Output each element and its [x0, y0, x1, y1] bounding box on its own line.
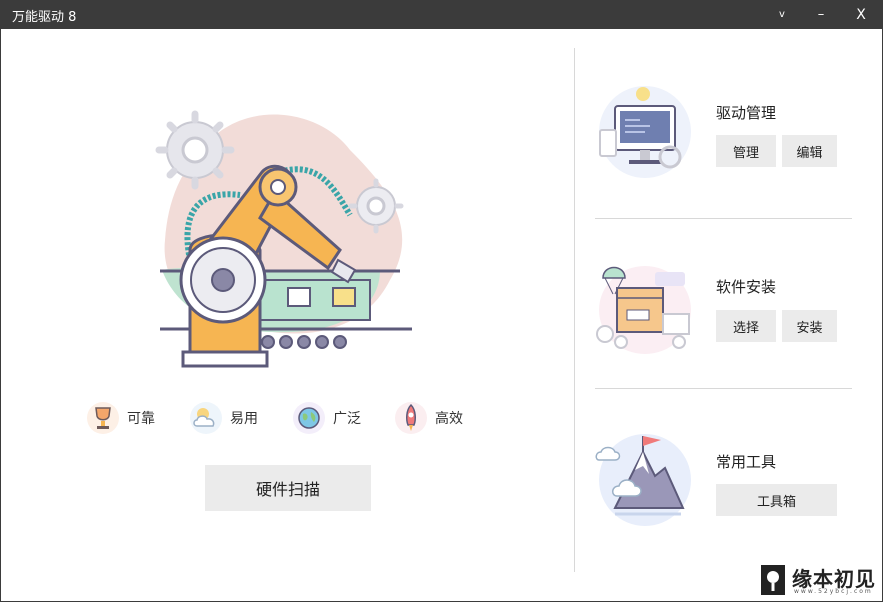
window-title: 万能驱动 8	[12, 10, 77, 25]
rocket-icon	[395, 402, 427, 434]
feature-item-easy: 易用	[188, 398, 258, 438]
dropdown-button[interactable]: v	[762, 0, 802, 29]
trophy-icon	[87, 402, 119, 434]
vertical-divider	[574, 48, 575, 572]
manage-button[interactable]: 管理	[716, 135, 776, 167]
feature-item-wide: 广泛	[291, 398, 361, 438]
watermark: 缘本初见 www.52ybcj.com	[756, 561, 878, 599]
title-bar: 万能驱动 8 v – X	[0, 0, 883, 29]
software-install-section: 软件安装 选择 安装	[595, 258, 855, 378]
toolbox-button[interactable]: 工具箱	[716, 484, 837, 516]
minimize-button[interactable]: –	[801, 0, 841, 29]
section-title: 常用工具	[716, 453, 777, 471]
driver-management-section: 驱动管理 管理 编辑	[595, 80, 855, 200]
feature-list: 可靠 易用 广泛 高效	[85, 398, 485, 438]
section-title: 驱动管理	[716, 104, 777, 122]
mountain-flag-illustration	[595, 434, 691, 526]
section-divider	[595, 218, 852, 219]
feature-item-efficient: 高效	[393, 398, 463, 438]
edit-button[interactable]: 编辑	[782, 135, 837, 167]
close-button[interactable]: X	[841, 0, 881, 29]
section-title: 软件安装	[716, 278, 777, 296]
feature-label: 易用	[230, 411, 258, 427]
monitor-illustration	[599, 86, 691, 178]
feature-label: 广泛	[333, 411, 361, 427]
globe-icon	[293, 402, 325, 434]
watermark-url: www.52ybcj.com	[794, 588, 873, 595]
delivery-box-illustration	[596, 266, 691, 354]
select-button[interactable]: 选择	[716, 310, 776, 342]
section-divider	[595, 388, 852, 389]
install-button[interactable]: 安装	[782, 310, 837, 342]
feature-item-reliable: 可靠	[85, 398, 155, 438]
feature-label: 高效	[435, 411, 463, 427]
robot-arm-illustration	[155, 110, 412, 368]
hardware-scan-button[interactable]: 硬件扫描	[205, 465, 371, 511]
feature-label: 可靠	[127, 411, 155, 427]
watermark-logo	[761, 565, 785, 595]
common-tools-section: 常用工具 工具箱	[595, 430, 855, 550]
cloud-sun-icon	[190, 402, 222, 434]
